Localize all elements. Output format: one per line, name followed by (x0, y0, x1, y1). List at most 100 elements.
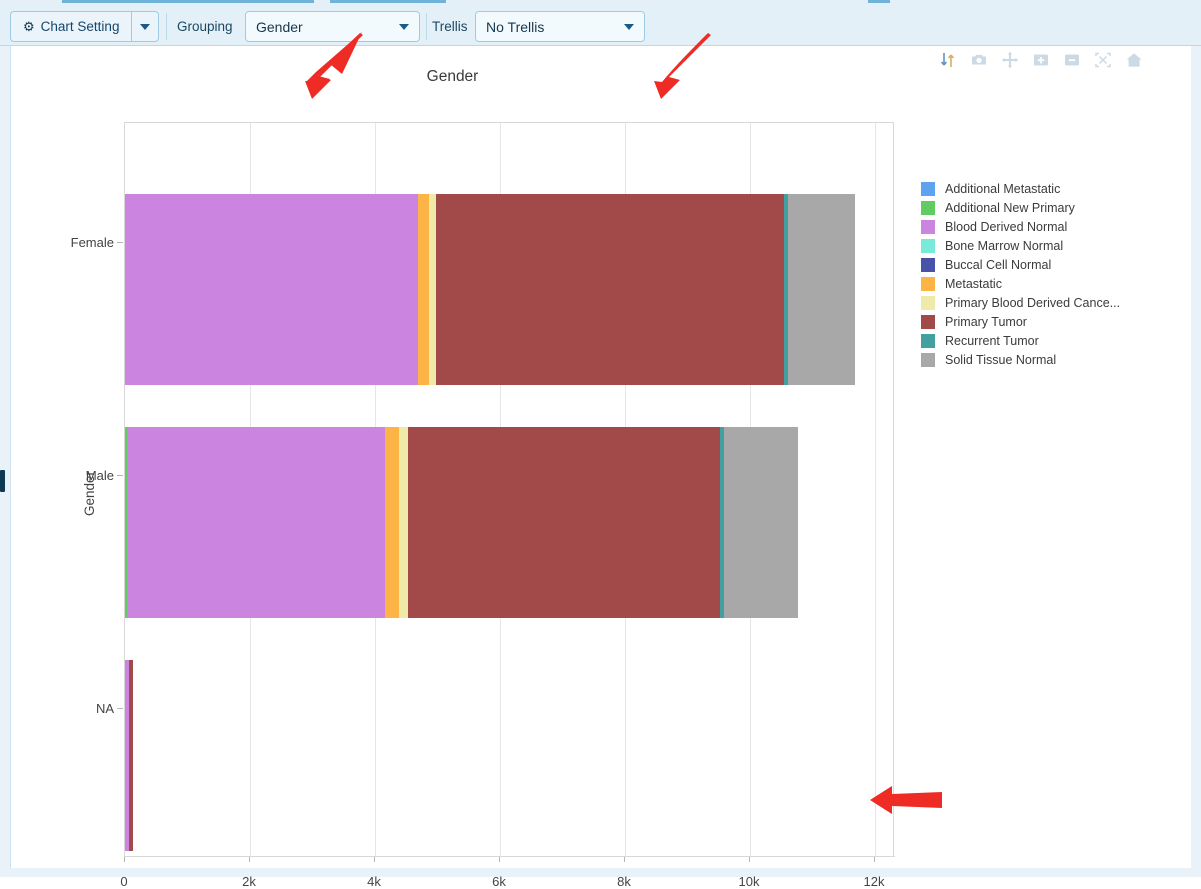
bar-segment[interactable] (384, 427, 399, 618)
plot-area[interactable] (124, 122, 894, 857)
legend-swatch-icon (921, 219, 935, 234)
legend-item-label: Bone Marrow Normal (945, 238, 1064, 253)
chart-legend: Additional Metastatic Additional New Prim… (921, 179, 1120, 369)
bar-segment[interactable] (436, 194, 785, 385)
chart-setting-label: Chart Setting (40, 19, 120, 34)
chevron-down-icon (624, 24, 634, 30)
legend-item[interactable]: Bone Marrow Normal (921, 236, 1120, 255)
zoom-in-icon[interactable] (1032, 51, 1050, 69)
zoom-out-icon[interactable] (1063, 51, 1081, 69)
annotation-arrow-trellis (650, 30, 728, 102)
ytick-dash-female (117, 242, 123, 243)
legend-item-label: Primary Blood Derived Cance... (945, 295, 1121, 310)
ghost-tab-2 (330, 0, 446, 3)
legend-item[interactable]: Metastatic (921, 274, 1120, 293)
legend-swatch-icon (921, 314, 935, 329)
legend-item[interactable]: Solid Tissue Normal (921, 350, 1120, 369)
xtick-mark-0 (124, 857, 125, 862)
chevron-down-icon (140, 23, 151, 30)
legend-swatch-icon (921, 276, 935, 291)
autoscale-icon[interactable] (1094, 51, 1112, 69)
chart-panel: Gender 0 2k 4k 6k 8k 10k 12k Female Male… (10, 46, 1191, 889)
bar-segment[interactable] (418, 194, 430, 385)
xtick-mark-12k (874, 857, 875, 862)
pan-icon[interactable] (1001, 51, 1019, 69)
camera-icon[interactable] (970, 51, 988, 69)
bar-segment[interactable] (788, 194, 856, 385)
legend-item[interactable]: Primary Tumor (921, 312, 1120, 331)
xtick-mark-10k (749, 857, 750, 862)
trellis-select-value: No Trellis (486, 18, 545, 35)
legend-swatch-icon (921, 181, 935, 196)
plot-modebar (939, 51, 1143, 69)
bar-segment[interactable] (398, 427, 408, 618)
ytick-label-female: Female (70, 235, 114, 250)
sort-arrows-icon[interactable] (939, 51, 957, 69)
bar-segment[interactable] (127, 427, 385, 618)
grouping-label: Grouping (177, 19, 233, 34)
ghost-tab-3 (868, 0, 890, 3)
chevron-down-icon (399, 24, 409, 30)
ytick-dash-na (117, 708, 123, 709)
xtick-label-0: 0 (120, 874, 128, 889)
xtick-mark-6k (499, 857, 500, 862)
chart-setting-group: ⚙ Chart Setting (10, 11, 160, 42)
gear-icon: ⚙ (23, 19, 35, 34)
xtick-label-4k: 4k (367, 874, 381, 889)
legend-item[interactable]: Blood Derived Normal (921, 217, 1120, 236)
bar-segment[interactable] (429, 194, 437, 385)
legend-item-label: Recurrent Tumor (945, 333, 1039, 348)
legend-item-label: Blood Derived Normal (945, 219, 1068, 234)
legend-item-label: Solid Tissue Normal (945, 352, 1057, 367)
legend-item[interactable]: Buccal Cell Normal (921, 255, 1120, 274)
legend-item[interactable]: Additional Metastatic (921, 179, 1120, 198)
left-panel-handle[interactable] (0, 470, 5, 492)
home-icon[interactable] (1125, 51, 1143, 69)
ytick-label-na: NA (95, 701, 114, 716)
bar-segment[interactable] (125, 194, 419, 385)
legend-item[interactable]: Recurrent Tumor (921, 331, 1120, 350)
legend-item[interactable]: Primary Blood Derived Cance... (921, 293, 1120, 312)
chart-setting-dropdown-button[interactable] (131, 11, 160, 42)
legend-swatch-icon (921, 200, 935, 215)
y-axis-title: Gender (82, 470, 98, 517)
trellis-select[interactable]: No Trellis (475, 11, 645, 42)
legend-swatch-icon (921, 333, 935, 348)
bar-segment[interactable] (129, 660, 133, 851)
legend-swatch-icon (921, 352, 935, 367)
bar-segment[interactable] (407, 427, 720, 618)
trellis-label: Trellis (432, 19, 468, 34)
ghost-tab-1 (62, 0, 314, 3)
xtick-mark-4k (374, 857, 375, 862)
chart-toolbar: ⚙ Chart Setting Grouping Gender Trellis … (0, 4, 1201, 46)
ytick-dash-male (117, 475, 123, 476)
xtick-label-12k: 12k (863, 874, 885, 889)
chart-title: Gender (426, 68, 479, 85)
grouping-select-value: Gender (256, 18, 303, 35)
xtick-label-6k: 6k (492, 874, 506, 889)
xtick-label-8k: 8k (617, 874, 631, 889)
legend-item-label: Primary Tumor (945, 314, 1027, 329)
legend-item-label: Buccal Cell Normal (945, 257, 1052, 272)
x-axis-line (124, 856, 895, 857)
xtick-mark-2k (249, 857, 250, 862)
left-rail (0, 46, 10, 868)
xtick-mark-8k (624, 857, 625, 862)
toolbar-divider-1 (166, 13, 167, 40)
legend-item-label: Additional New Primary (945, 200, 1075, 215)
application-frame: ⚙ Chart Setting Grouping Gender Trellis … (0, 0, 1201, 889)
xtick-label-2k: 2k (242, 874, 256, 889)
legend-swatch-icon (921, 238, 935, 253)
legend-item[interactable]: Additional New Primary (921, 198, 1120, 217)
legend-swatch-icon (921, 257, 935, 272)
xtick-label-10k: 10k (738, 874, 760, 889)
gridline-12k (875, 123, 876, 857)
chart-setting-button[interactable]: ⚙ Chart Setting (10, 11, 132, 42)
annotation-arrow-grouping (300, 30, 380, 102)
legend-swatch-icon (921, 295, 935, 310)
annotation-arrow-xaxis (868, 780, 946, 820)
legend-item-label: Additional Metastatic (945, 181, 1061, 196)
legend-item-label: Metastatic (945, 276, 1002, 291)
bar-segment[interactable] (723, 427, 798, 618)
toolbar-divider-2 (426, 13, 427, 40)
